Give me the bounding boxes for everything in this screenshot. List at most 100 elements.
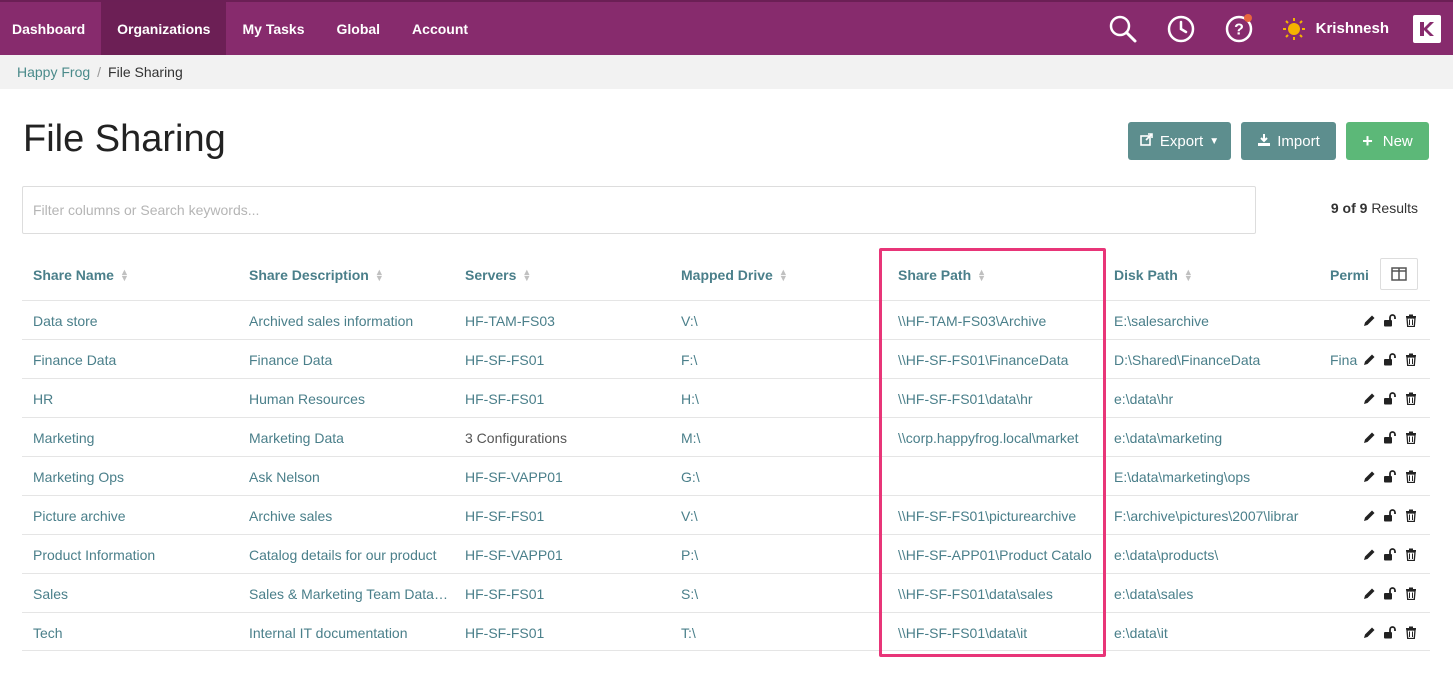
table-row[interactable]: Finance Data Finance Data HF-SF-FS01 F:\…	[22, 339, 1430, 378]
cell-share-name[interactable]: Sales	[33, 574, 243, 613]
page-title: File Sharing	[23, 118, 226, 160]
cell-share-name[interactable]: Product Information	[33, 535, 243, 574]
table-row[interactable]: Picture archive Archive sales HF-SF-FS01…	[22, 495, 1430, 534]
cell-share-name[interactable]: Picture archive	[33, 496, 243, 535]
nav-right: ? Krishnesh	[1108, 2, 1453, 55]
unlock-icon[interactable]	[1383, 392, 1397, 406]
column-header-servers[interactable]: Servers ▲ ▼	[465, 250, 665, 300]
cell-mapped-drive: V:\	[681, 507, 698, 524]
sort-icon: ▲ ▼	[977, 267, 987, 283]
cell-share-name[interactable]: Marketing	[33, 418, 243, 457]
edit-pencil-icon[interactable]	[1362, 470, 1376, 484]
cell-share-name[interactable]: HR	[33, 379, 243, 418]
cell-permissions	[1330, 379, 1360, 418]
row-actions	[1362, 418, 1418, 457]
unlock-icon[interactable]	[1383, 587, 1397, 601]
column-header-share-path[interactable]: Share Path ▲ ▼	[898, 250, 1098, 300]
cell-disk-path: e:\data\products\	[1114, 546, 1219, 563]
table-body: Data store Archived sales information HF…	[22, 300, 1430, 651]
nav-account[interactable]: Account	[396, 2, 484, 55]
edit-pencil-icon[interactable]	[1362, 509, 1376, 523]
table-row[interactable]: Product Information Catalog details for …	[22, 534, 1430, 573]
cell-servers: HF-SF-FS01	[465, 507, 545, 524]
trash-icon[interactable]	[1404, 509, 1418, 523]
column-header-share-description[interactable]: Share Description ▲ ▼	[249, 250, 449, 300]
nav-dashboard[interactable]: Dashboard	[0, 2, 101, 55]
trash-icon[interactable]	[1404, 431, 1418, 445]
trash-icon[interactable]	[1404, 548, 1418, 562]
trash-icon[interactable]	[1404, 353, 1418, 367]
edit-pencil-icon[interactable]	[1362, 431, 1376, 445]
trash-icon[interactable]	[1404, 470, 1418, 484]
brand-logo-icon[interactable]	[1413, 14, 1441, 43]
cell-disk-path: E:\data\marketing\ops	[1114, 468, 1251, 485]
table-row[interactable]: HR Human Resources HF-SF-FS01 H:\ \\HF-S…	[22, 378, 1430, 417]
trash-icon[interactable]	[1404, 587, 1418, 601]
row-actions	[1362, 496, 1418, 535]
row-actions	[1362, 340, 1418, 379]
edit-pencil-icon[interactable]	[1362, 548, 1376, 562]
table-row[interactable]: Data store Archived sales information HF…	[22, 300, 1430, 339]
table-row[interactable]: Marketing Marketing Data 3 Configuration…	[22, 417, 1430, 456]
cell-servers: HF-SF-FS01	[465, 624, 545, 641]
results-suffix: Results	[1371, 200, 1418, 216]
cell-share-path: \\corp.happyfrog.local\market	[898, 429, 1079, 446]
cell-share-description: Catalog details for our product	[249, 546, 437, 563]
table-row[interactable]: Tech Internal IT documentation HF-SF-FS0…	[22, 612, 1430, 651]
breadcrumb: Happy Frog / File Sharing	[0, 55, 1453, 89]
edit-pencil-icon[interactable]	[1362, 392, 1376, 406]
sort-icon: ▲ ▼	[1183, 267, 1193, 283]
row-actions	[1362, 457, 1418, 496]
cell-share-name[interactable]: Marketing Ops	[33, 457, 243, 496]
breadcrumb-current: File Sharing	[108, 64, 183, 80]
trash-icon[interactable]	[1404, 626, 1418, 640]
cell-mapped-drive: T:\	[681, 624, 696, 641]
column-header-permissions[interactable]: Permi	[1330, 250, 1370, 300]
edit-pencil-icon[interactable]	[1362, 587, 1376, 601]
cell-share-name[interactable]: Tech	[33, 613, 243, 652]
cell-share-name[interactable]: Finance Data	[33, 340, 243, 379]
search-icon[interactable]	[1108, 14, 1138, 44]
export-button[interactable]: Export ▼	[1128, 122, 1231, 160]
unlock-icon[interactable]	[1383, 509, 1397, 523]
unlock-icon[interactable]	[1383, 626, 1397, 640]
unlock-icon[interactable]	[1383, 431, 1397, 445]
cell-servers: HF-SF-FS01	[465, 390, 545, 407]
trash-icon[interactable]	[1404, 392, 1418, 406]
cell-permissions	[1330, 574, 1360, 613]
unlock-icon[interactable]	[1383, 470, 1397, 484]
unlock-icon[interactable]	[1383, 314, 1397, 328]
cell-share-description: Finance Data	[249, 351, 333, 368]
edit-pencil-icon[interactable]	[1362, 626, 1376, 640]
column-header-share-name[interactable]: Share Name ▲ ▼	[33, 250, 233, 300]
help-icon[interactable]: ?	[1224, 13, 1254, 44]
column-header-disk-path[interactable]: Disk Path ▲ ▼	[1114, 250, 1314, 300]
nav-organizations[interactable]: Organizations	[101, 2, 227, 55]
user-menu[interactable]: Krishnesh	[1282, 17, 1389, 41]
table-row[interactable]: Sales Sales & Marketing Team Data… HF-SF…	[22, 573, 1430, 612]
clock-icon[interactable]	[1166, 14, 1196, 44]
unlock-icon[interactable]	[1383, 353, 1397, 367]
new-button[interactable]: + New	[1346, 122, 1429, 160]
cell-share-path: \\HF-SF-FS01\data\sales	[898, 585, 1053, 602]
edit-pencil-icon[interactable]	[1362, 353, 1376, 367]
column-header-mapped-drive[interactable]: Mapped Drive ▲ ▼	[681, 250, 881, 300]
unlock-icon[interactable]	[1383, 548, 1397, 562]
nav-my-tasks[interactable]: My Tasks	[226, 2, 320, 55]
table-row[interactable]: Marketing Ops Ask Nelson HF-SF-VAPP01 G:…	[22, 456, 1430, 495]
column-label: Permi	[1330, 267, 1369, 283]
column-toggle-button[interactable]	[1380, 258, 1418, 290]
edit-pencil-icon[interactable]	[1362, 314, 1376, 328]
cell-servers: HF-SF-FS01	[465, 585, 545, 602]
import-button[interactable]: Import	[1241, 122, 1336, 160]
cell-share-name[interactable]: Data store	[33, 301, 243, 340]
nav-global[interactable]: Global	[320, 2, 396, 55]
column-label: Share Description	[249, 267, 369, 283]
cell-share-description: Internal IT documentation	[249, 624, 408, 641]
new-label: New	[1382, 132, 1413, 150]
breadcrumb-parent[interactable]: Happy Frog	[17, 64, 90, 80]
cell-mapped-drive: S:\	[681, 585, 699, 602]
cell-share-description: Ask Nelson	[249, 468, 320, 485]
trash-icon[interactable]	[1404, 314, 1418, 328]
search-input[interactable]	[22, 186, 1256, 234]
